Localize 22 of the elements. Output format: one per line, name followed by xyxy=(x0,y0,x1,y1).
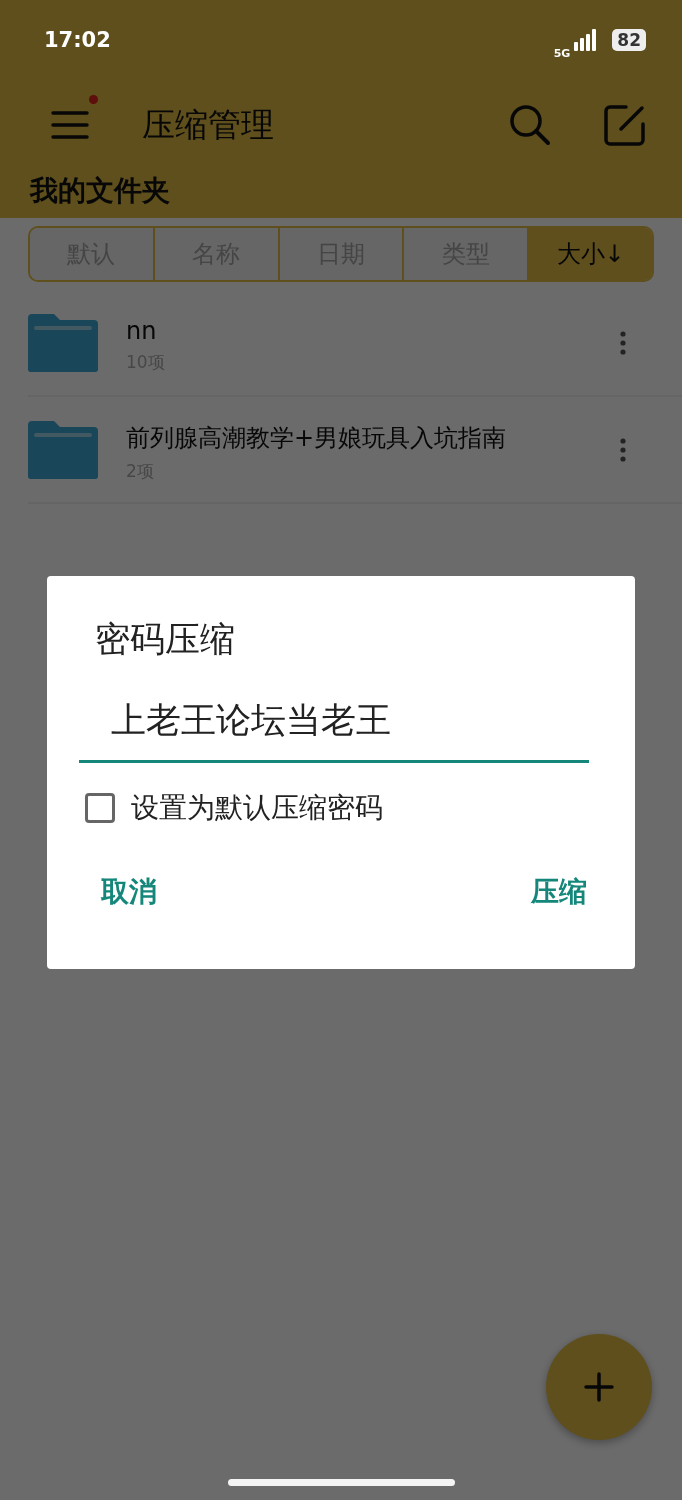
more-button[interactable] xyxy=(620,330,626,355)
checkbox[interactable] xyxy=(85,793,115,823)
dialog-title: 密码压缩 xyxy=(94,618,236,661)
folder-icon xyxy=(28,420,98,479)
folder-icon xyxy=(28,313,98,372)
password-field[interactable]: 上老王论坛当老王 xyxy=(79,680,589,763)
edit-button[interactable] xyxy=(604,104,646,146)
section-title: 我的文件夹 xyxy=(28,173,171,209)
sort-tab[interactable]: 大小↓ xyxy=(529,228,652,280)
cancel-button[interactable]: 取消 xyxy=(99,869,159,915)
app-title: 压缩管理 xyxy=(142,103,275,146)
signal-icon xyxy=(574,29,599,51)
network-type: 5G xyxy=(553,46,571,60)
folder-name[interactable]: nn xyxy=(126,317,620,345)
status-time: 17:02 xyxy=(44,28,111,52)
more-button[interactable] xyxy=(620,437,626,462)
plus-icon xyxy=(584,1372,614,1402)
folder-name[interactable]: 前列腺高潮教学+男娘玩具入坑指南 xyxy=(126,422,620,454)
checkbox-label: 设置为默认压缩密码 xyxy=(131,790,383,826)
battery-level: 82 xyxy=(612,29,646,51)
search-button[interactable] xyxy=(508,103,552,147)
compress-button[interactable]: 压缩 xyxy=(529,869,589,915)
